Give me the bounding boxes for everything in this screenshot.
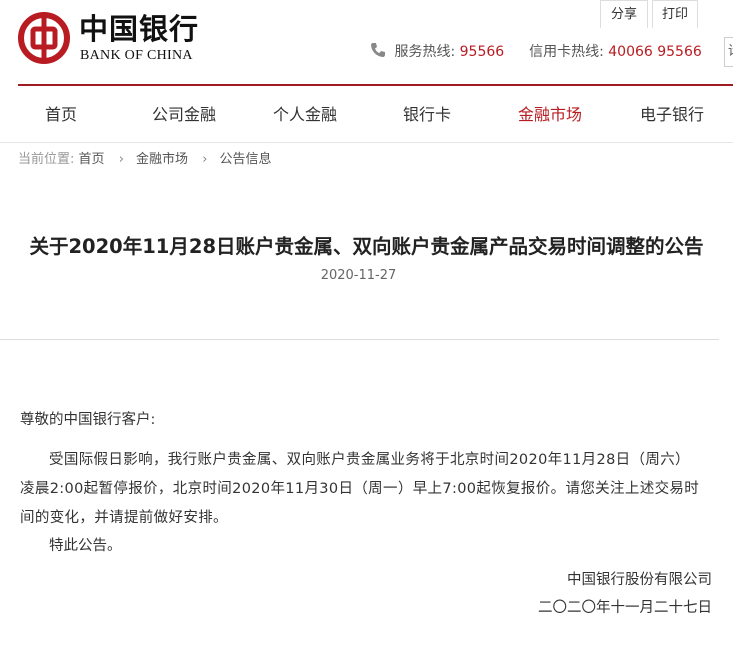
nav-item-home[interactable]: 首页 — [45, 105, 77, 125]
credit-card-hotline-label: 信用卡热线: — [529, 44, 604, 60]
signature-organization: 中国银行股份有限公司 — [567, 572, 712, 588]
nav-item-corporate-banking[interactable]: 公司金融 — [152, 105, 216, 125]
phone-icon — [371, 43, 385, 57]
nav-item-bank-card[interactable]: 银行卡 — [403, 105, 451, 125]
signature-date: 二〇二〇年十一月二十七日 — [538, 600, 712, 616]
breadcrumb-item-announcements[interactable]: 公告信息 — [220, 152, 272, 167]
boc-logo-icon[interactable] — [18, 12, 70, 64]
brand-name-en: BANK OF CHINA — [80, 48, 193, 63]
service-hotline-number: 95566 — [459, 44, 505, 60]
breadcrumb-item-financial-markets[interactable]: 金融市场 — [136, 152, 188, 167]
nav-item-financial-markets[interactable]: 金融市场 — [518, 105, 582, 125]
share-button[interactable]: 分享 — [600, 0, 648, 28]
print-button[interactable]: 打印 — [652, 0, 698, 28]
article-divider — [0, 339, 719, 340]
nav-item-personal-banking[interactable]: 个人金融 — [273, 105, 337, 125]
article-closing: 特此公告。 — [49, 538, 122, 554]
breadcrumb-lead: 当前位置: — [18, 152, 75, 167]
article-greeting: 尊敬的中国银行客户: — [20, 412, 156, 428]
article-date: 2020-11-27 — [320, 268, 397, 283]
breadcrumb: 当前位置: 首页 › 金融市场 › 公告信息 — [18, 152, 272, 168]
hotline-bar: 服务热线: 95566 信用卡热线: 40066 95566 — [370, 42, 702, 61]
nav-bottom-border — [0, 142, 733, 143]
main-nav: 首页 公司金融 个人金融 银行卡 金融市场 电子银行 — [0, 86, 733, 142]
search-input[interactable]: 请 — [724, 37, 733, 67]
credit-card-hotline-number: 40066 95566 — [608, 44, 702, 60]
service-hotline-label: 服务热线: — [394, 44, 456, 60]
article-title: 关于2020年11月28日账户贵金属、双向账户贵金属产品交易时间调整的公告 — [29, 235, 704, 258]
brand-name-cn: 中国银行 — [79, 12, 200, 46]
breadcrumb-item-home[interactable]: 首页 — [79, 152, 105, 167]
article-paragraph: 受国际假日影响，我行账户贵金属、双向账户贵金属业务将于北京时间2020年11月2… — [20, 452, 700, 526]
nav-item-e-banking[interactable]: 电子银行 — [640, 105, 704, 125]
breadcrumb-separator-icon: › — [202, 152, 208, 167]
breadcrumb-separator-icon: › — [118, 152, 124, 167]
